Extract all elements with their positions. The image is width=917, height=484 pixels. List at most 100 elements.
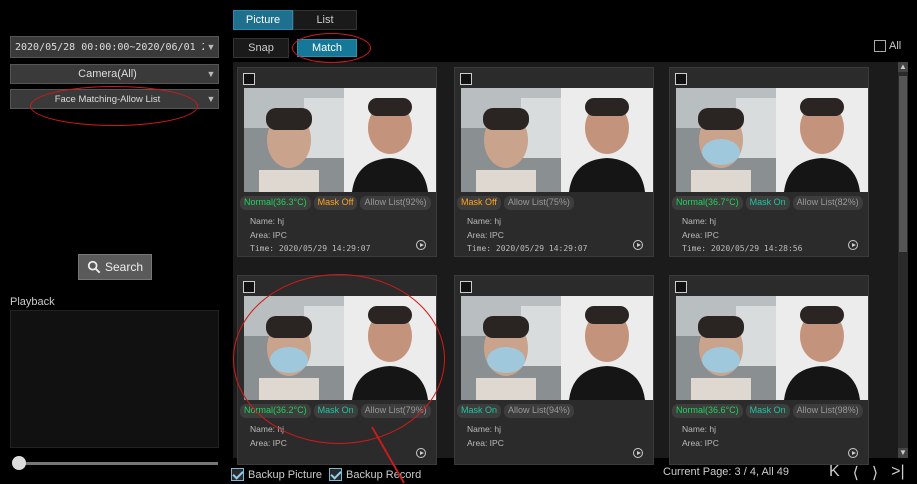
tag-row: Mask Off Allow List(75%): [457, 196, 651, 210]
card-checkbox[interactable]: [243, 281, 255, 293]
snapshot-image: [461, 296, 561, 400]
info-time: Time: 2020/05/29 14:29:07: [467, 244, 588, 253]
chevron-down-icon: ▼: [206, 94, 216, 104]
backup-record-checkbox[interactable]: [329, 468, 342, 481]
last-page-icon[interactable]: >|: [891, 463, 905, 483]
tag: Normal(36.6°C): [672, 404, 743, 418]
tag: Mask On: [745, 196, 790, 210]
allow-list-image: [344, 88, 436, 192]
result-card[interactable]: Normal(36.6°C) Mask On Allow List(98%) Nam…: [669, 275, 869, 465]
tag: Mask On: [313, 404, 358, 418]
info-area: Area: IPC: [250, 438, 287, 448]
camera-text: Camera(All): [78, 68, 137, 80]
play-icon[interactable]: [633, 240, 643, 250]
chevron-down-icon: ▼: [206, 69, 216, 79]
search-icon: [87, 260, 101, 274]
tag: Normal(36.2°C): [240, 404, 311, 418]
tag-row: Normal(36.7°C) Mask On Allow List(82%): [672, 196, 866, 210]
tag: Allow List(98%): [792, 404, 863, 418]
allow-list-image: [344, 296, 436, 400]
info-area: Area: IPC: [250, 230, 287, 240]
subtab-match[interactable]: Match: [297, 39, 357, 57]
playback-title: Playback: [10, 296, 55, 308]
allow-list-image: [776, 88, 868, 192]
play-icon[interactable]: [416, 448, 426, 458]
tag: Allow List(94%): [504, 404, 575, 418]
info-time: Time: 2020/05/29 14:29:07: [250, 244, 371, 253]
tag: Allow List(79%): [360, 404, 431, 418]
chevron-down-icon: ▼: [206, 42, 216, 52]
first-page-icon[interactable]: K: [829, 463, 840, 483]
search-label: Search: [104, 260, 144, 274]
result-card[interactable]: Mask Off Allow List(75%) Name: hj Area: I…: [454, 67, 654, 257]
snapshot-image: [676, 296, 776, 400]
tag: Normal(36.3°C): [240, 196, 311, 210]
tag: Mask On: [457, 404, 502, 418]
card-checkbox[interactable]: [460, 281, 472, 293]
snapshot-image: [244, 296, 344, 400]
info-time: Time: 2020/05/29 14:28:56: [682, 244, 803, 253]
card-checkbox[interactable]: [460, 73, 472, 85]
info-area: Area: IPC: [682, 230, 719, 240]
info-name: Name: hj: [682, 216, 717, 226]
result-card[interactable]: Normal(36.7°C) Mask On Allow List(82%) Nam…: [669, 67, 869, 257]
subtab-snap[interactable]: Snap: [233, 38, 289, 58]
playback-slider-thumb[interactable]: [12, 456, 26, 470]
tag: Allow List(75%): [503, 196, 574, 210]
snapshot-image: [461, 88, 561, 192]
result-card[interactable]: Mask On Allow List(94%) Name: hj Area: IP…: [454, 275, 654, 465]
match-type-text: Face Matching-Allow List: [54, 93, 161, 105]
playback-view: [10, 310, 219, 448]
play-icon[interactable]: [633, 448, 643, 458]
tag: Mask Off: [313, 196, 358, 210]
tab-picture[interactable]: Picture: [233, 10, 293, 30]
annotation-arrow-line: [371, 426, 405, 484]
backup-picture-option[interactable]: Backup Picture: [231, 468, 322, 481]
card-checkbox[interactable]: [675, 73, 687, 85]
search-button[interactable]: Search: [78, 254, 152, 280]
info-name: Name: hj: [250, 424, 285, 434]
page-info: Current Page: 3 / 4, All 49: [663, 466, 789, 478]
camera-select[interactable]: Camera(All) ▼: [10, 64, 219, 84]
playback-slider-track[interactable]: [18, 462, 218, 465]
match-type-select[interactable]: Face Matching-Allow List ▼: [10, 89, 219, 109]
next-page-icon[interactable]: ⟩: [872, 463, 878, 483]
backup-picture-checkbox[interactable]: [231, 468, 244, 481]
select-all-label: All: [889, 40, 902, 52]
card-checkbox[interactable]: [243, 73, 255, 85]
tag: Allow List(92%): [360, 196, 431, 210]
tab-list[interactable]: List: [293, 10, 357, 30]
info-name: Name: hj: [467, 216, 502, 226]
select-all[interactable]: All: [874, 40, 901, 52]
tag: Mask Off: [457, 196, 501, 210]
scroll-down-icon[interactable]: ▼: [898, 448, 908, 458]
play-icon[interactable]: [848, 240, 858, 250]
snapshot-image: [244, 88, 344, 192]
date-range-select[interactable]: 2020/05/28 00:00:00~2020/06/01 23:... ▼: [10, 36, 219, 58]
select-all-checkbox[interactable]: [874, 40, 886, 52]
tag: Allow List(82%): [792, 196, 863, 210]
tag: Normal(36.7°C): [672, 196, 743, 210]
allow-list-image: [776, 296, 868, 400]
tag-row: Mask On Allow List(94%): [457, 404, 651, 418]
info-area: Area: IPC: [682, 438, 719, 448]
backup-picture-label: Backup Picture: [248, 468, 322, 481]
tag-row: Normal(36.3°C) Mask Off Allow List(92%): [240, 196, 434, 210]
date-range-text: 2020/05/28 00:00:00~2020/06/01 23:...: [15, 41, 204, 53]
allow-list-image: [561, 88, 653, 192]
result-card[interactable]: Normal(36.3°C) Mask Off Allow List(92%) Na…: [237, 67, 437, 257]
card-checkbox[interactable]: [675, 281, 687, 293]
scroll-up-icon[interactable]: ▲: [898, 62, 908, 72]
allow-list-image: [561, 296, 653, 400]
prev-page-icon[interactable]: ⟨: [853, 463, 859, 483]
info-name: Name: hj: [467, 424, 502, 434]
tag-row: Normal(36.6°C) Mask On Allow List(98%): [672, 404, 866, 418]
info-name: Name: hj: [682, 424, 717, 434]
snapshot-image: [676, 88, 776, 192]
scroll-thumb[interactable]: [899, 76, 907, 252]
tag-row: Normal(36.2°C) Mask On Allow List(79%): [240, 404, 434, 418]
play-icon[interactable]: [848, 448, 858, 458]
play-icon[interactable]: [416, 240, 426, 250]
tag: Mask On: [745, 404, 790, 418]
pager: K ⟨ ⟩ >|: [829, 463, 905, 483]
